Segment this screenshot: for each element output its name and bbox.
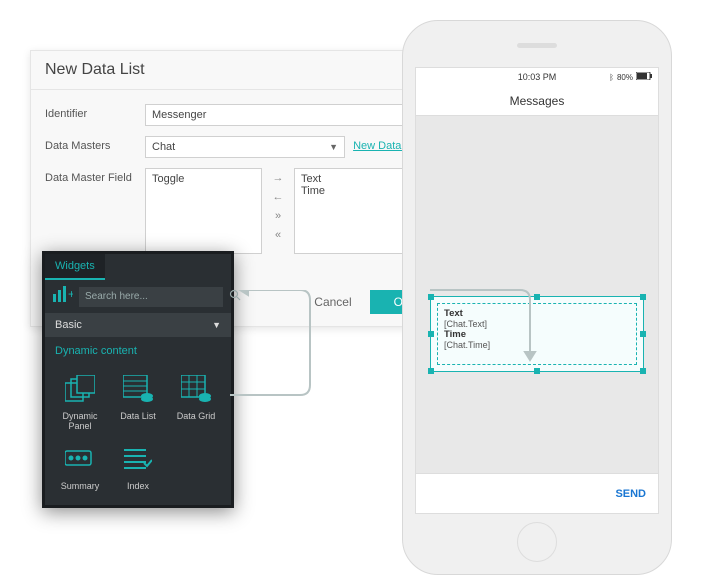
dynamic-panel-icon [64, 373, 96, 405]
move-all-left-icon[interactable]: « [270, 227, 286, 243]
category-dropdown[interactable]: Basic ▼ [45, 313, 231, 337]
selected-fields-list[interactable]: Text Time [294, 168, 411, 254]
send-button[interactable]: SEND [615, 488, 646, 500]
move-right-icon[interactable]: → [270, 170, 286, 186]
widgets-search-input[interactable] [79, 287, 223, 307]
status-bar: 10:03 PM ᛒ 80% [416, 68, 658, 86]
data-list-icon [122, 373, 154, 405]
battery-icon [636, 72, 652, 82]
index-icon [122, 443, 154, 475]
svg-text:+: + [68, 287, 73, 301]
chart-icon[interactable]: + [53, 286, 73, 307]
data-grid-icon [180, 373, 212, 405]
list-item[interactable]: Time [301, 185, 404, 197]
flow-arrow [430, 285, 560, 375]
send-bar: SEND [416, 473, 658, 513]
battery-percent: 80% [617, 73, 633, 82]
dialog-title: New Data List [45, 61, 145, 79]
identifier-input[interactable] [145, 104, 435, 126]
widget-data-grid[interactable]: Data Grid [169, 369, 223, 435]
widget-summary[interactable]: Summary [53, 439, 107, 495]
available-fields-list[interactable]: Toggle [145, 168, 262, 254]
section-header: Dynamic content [45, 337, 231, 365]
move-all-right-icon[interactable]: » [270, 208, 286, 224]
status-time: 10:03 PM [518, 72, 557, 82]
datamasters-label: Data Masters [45, 136, 145, 152]
field-label: Data Master Field [45, 168, 145, 184]
flow-arrow [230, 290, 410, 410]
summary-icon [64, 443, 96, 475]
identifier-label: Identifier [45, 104, 145, 120]
home-button[interactable] [517, 522, 557, 562]
phone-speaker [517, 43, 557, 48]
widgets-tab[interactable]: Widgets [45, 254, 105, 280]
list-item[interactable]: Text [301, 173, 404, 185]
datamasters-select[interactable]: Chat ▼ [145, 136, 345, 158]
chevron-down-icon: ▼ [329, 142, 338, 152]
widgets-panel: Widgets + Basic ▼ Dynamic content Dynami… [42, 251, 234, 508]
nav-title: Messages [416, 86, 658, 116]
chevron-down-icon: ▼ [212, 320, 221, 330]
move-left-icon[interactable]: ← [270, 189, 286, 205]
widget-dynamic-panel[interactable]: Dynamic Panel [53, 369, 107, 435]
bluetooth-icon: ᛒ [609, 73, 614, 82]
widget-index[interactable]: Index [111, 439, 165, 495]
list-item[interactable]: Toggle [152, 173, 255, 185]
widget-data-list[interactable]: Data List [111, 369, 165, 435]
